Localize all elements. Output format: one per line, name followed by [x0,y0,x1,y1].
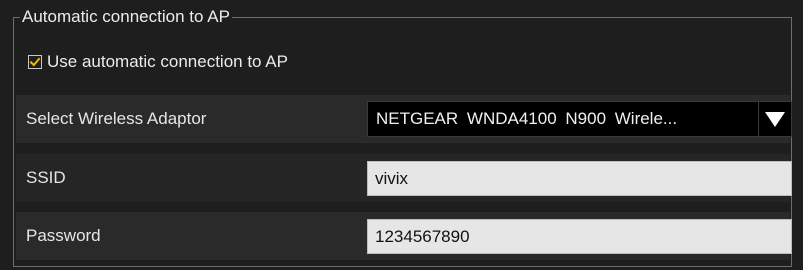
password-input[interactable] [367,219,792,254]
adaptor-select[interactable]: NETGEAR WNDA4100 N900 Wirele... [367,101,759,137]
ssid-row: SSID [16,154,792,202]
password-label: Password [26,226,101,245]
password-row: Password [16,212,792,260]
ssid-input[interactable] [367,161,792,196]
adaptor-row: Select Wireless Adaptor NETGEAR WNDA4100… [16,95,792,143]
check-icon [29,57,41,67]
auto-connect-option[interactable]: Use automatic connection to AP [28,51,288,73]
auto-connect-checkbox[interactable] [28,55,42,69]
adaptor-label: Select Wireless Adaptor [26,109,207,128]
adaptor-dropdown-button[interactable] [759,101,792,137]
triangle-down-icon [765,112,785,127]
auto-connect-label[interactable]: Use automatic connection to AP [47,51,288,73]
ap-connection-panel: Automatic connection to AP Use automatic… [0,0,803,270]
ssid-label: SSID [26,168,66,187]
group-title: Automatic connection to AP [20,6,232,28]
